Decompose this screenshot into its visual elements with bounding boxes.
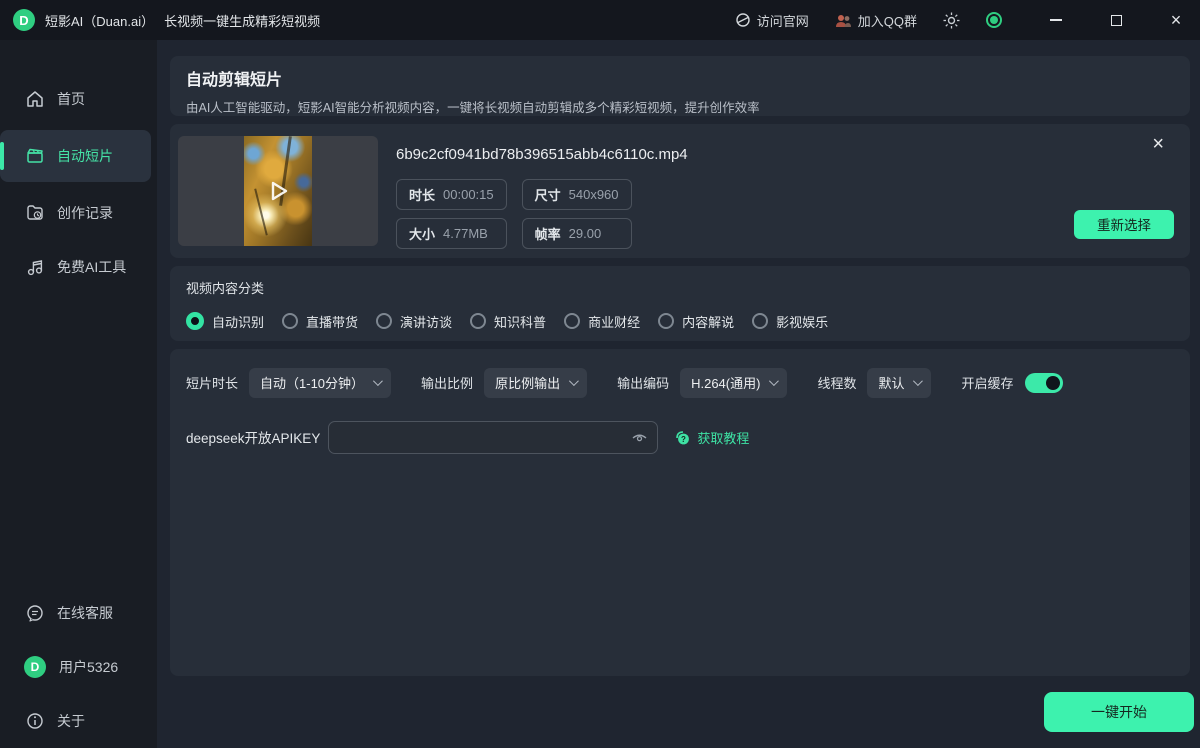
thread-count-label: 线程数 — [817, 373, 856, 392]
app-brand: 短影AI（Duan.ai） — [45, 14, 154, 29]
toggle-knob — [1046, 376, 1060, 390]
join-qq-group-link[interactable]: 加入QQ群 — [835, 11, 917, 30]
sidebar-item-auto-shorts[interactable]: 自动短片 — [0, 130, 151, 182]
thread-count-select[interactable]: 默认 — [867, 368, 931, 398]
clip-duration-label: 短片时长 — [186, 373, 238, 392]
get-tutorial-link[interactable]: ? 获取教程 — [674, 428, 749, 447]
clapperboard-icon — [26, 147, 44, 165]
chevron-down-icon — [769, 376, 779, 386]
video-info: 6b9c2cf0941bd78b396515abb4c6110c.mp4 时长 … — [396, 132, 688, 250]
one-click-start-button[interactable]: 一键开始 — [1044, 692, 1194, 732]
page-title: 自动剪辑短片 — [186, 66, 1174, 90]
app-title: 短影AI（Duan.ai） 长视频一键生成精彩短视频 — [45, 11, 320, 30]
remove-video-button[interactable]: × — [1152, 134, 1164, 154]
records-icon — [26, 204, 44, 222]
user-avatar: D — [24, 656, 46, 678]
radio-business-finance[interactable]: 商业财经 — [564, 312, 640, 331]
video-thumbnail-box — [178, 136, 378, 246]
radio-auto-detect[interactable]: 自动识别 — [186, 312, 264, 331]
theme-toggle-icon[interactable] — [943, 12, 960, 29]
sidebar-item-online-support[interactable]: 在线客服 — [0, 590, 151, 636]
svg-text:?: ? — [681, 435, 686, 444]
page-header: 自动剪辑短片 由AI人工智能驱动，短影AI智能分析视频内容，一键将长视频自动剪辑… — [170, 56, 1190, 116]
music-note-icon — [26, 258, 44, 276]
video-card: 6b9c2cf0941bd78b396515abb4c6110c.mp4 时长 … — [170, 124, 1190, 258]
settings-panel: 短片时长 自动（1-10分钟） 输出比例 原比例输出 输出编码 — [170, 349, 1190, 676]
classification-options: 自动识别 直播带货 演讲访谈 知识科普 商业财经 — [186, 312, 1174, 331]
sidebar-item-about[interactable]: 关于 — [0, 698, 151, 744]
chat-support-icon — [26, 604, 44, 622]
cache-toggle[interactable] — [1025, 373, 1063, 393]
remove-video-icon: × — [1152, 133, 1164, 155]
radio-icon — [564, 313, 580, 329]
radio-icon — [470, 313, 486, 329]
title-bar: D 短影AI（Duan.ai） 长视频一键生成精彩短视频 访问官网 加入QQ群 — [0, 0, 1200, 40]
radio-icon — [752, 313, 768, 329]
radio-icon — [376, 313, 392, 329]
info-icon — [26, 712, 44, 730]
meta-duration: 时长 00:00:15 — [396, 179, 507, 210]
reselect-button[interactable]: 重新选择 — [1074, 210, 1174, 239]
clip-duration-group: 短片时长 自动（1-10分钟） — [186, 368, 391, 398]
radio-knowledge-science[interactable]: 知识科普 — [470, 312, 546, 331]
minimize-icon — [1050, 19, 1062, 21]
sidebar-item-creation-records[interactable]: 创作记录 — [0, 190, 151, 236]
home-icon — [26, 90, 44, 108]
output-codec-label: 输出编码 — [617, 373, 669, 392]
page-subtitle: 由AI人工智能驱动，短影AI智能分析视频内容，一键将长视频自动剪辑成多个精彩短视… — [186, 97, 1174, 116]
video-meta: 时长 00:00:15 尺寸 540x960 大小 4.77MB 帧率 29.0… — [396, 179, 688, 249]
eye-off-icon[interactable] — [631, 429, 648, 446]
main-content: 自动剪辑短片 由AI人工智能驱动，短影AI智能分析视频内容，一键将长视频自动剪辑… — [157, 40, 1200, 748]
radio-icon — [658, 313, 674, 329]
chevron-down-icon — [569, 376, 579, 386]
sidebar-item-home[interactable]: 首页 — [0, 76, 151, 122]
clip-duration-select[interactable]: 自动（1-10分钟） — [249, 368, 391, 398]
video-filename: 6b9c2cf0941bd78b396515abb4c6110c.mp4 — [396, 146, 688, 163]
close-button[interactable]: × — [1168, 12, 1184, 28]
minimize-button[interactable] — [1048, 12, 1064, 28]
apikey-label: deepseek开放APIKEY — [186, 427, 320, 447]
meta-framerate: 帧率 29.00 — [522, 218, 632, 249]
thread-count-group: 线程数 默认 — [817, 368, 931, 398]
globe-icon — [735, 12, 751, 28]
radio-content-commentary[interactable]: 内容解说 — [658, 312, 734, 331]
classification-panel: 视频内容分类 自动识别 直播带货 演讲访谈 知识科普 — [170, 266, 1190, 341]
status-indicator-icon[interactable] — [986, 12, 1002, 28]
chevron-down-icon — [373, 376, 383, 386]
app-logo-icon: D — [13, 9, 35, 31]
maximize-button[interactable] — [1108, 12, 1124, 28]
video-thumbnail[interactable] — [244, 136, 312, 246]
meta-filesize: 大小 4.77MB — [396, 218, 507, 249]
apikey-row: deepseek开放APIKEY ? 获取教程 — [186, 421, 1174, 454]
output-ratio-label: 输出比例 — [421, 373, 473, 392]
settings-row: 短片时长 自动（1-10分钟） 输出比例 原比例输出 输出编码 — [186, 368, 1174, 398]
footer-bar: 一键开始 — [170, 676, 1190, 748]
meta-resolution: 尺寸 540x960 — [522, 179, 632, 210]
radio-icon — [282, 313, 298, 329]
cache-toggle-group: 开启缓存 — [961, 373, 1062, 393]
maximize-icon — [1111, 15, 1122, 26]
output-codec-group: 输出编码 H.264(通用) — [617, 368, 787, 398]
visit-website-link[interactable]: 访问官网 — [735, 11, 809, 30]
radio-live-commerce[interactable]: 直播带货 — [282, 312, 358, 331]
chevron-down-icon — [913, 376, 923, 386]
play-icon — [263, 176, 293, 206]
radio-film-entertainment[interactable]: 影视娱乐 — [752, 312, 828, 331]
sidebar-item-user-account[interactable]: D 用户5326 — [0, 644, 151, 690]
output-ratio-select[interactable]: 原比例输出 — [484, 368, 587, 398]
cache-label: 开启缓存 — [961, 373, 1013, 392]
output-ratio-group: 输出比例 原比例输出 — [421, 368, 587, 398]
close-icon: × — [1171, 12, 1182, 28]
radio-selected-icon — [186, 312, 204, 330]
tutorial-help-icon: ? — [674, 429, 691, 446]
apikey-input[interactable] — [328, 421, 658, 454]
classification-label: 视频内容分类 — [186, 278, 1174, 297]
sidebar-item-free-ai-tools[interactable]: 免费AI工具 — [0, 244, 151, 290]
qq-group-icon — [835, 13, 852, 28]
radio-speech-interview[interactable]: 演讲访谈 — [376, 312, 452, 331]
app-tagline: 长视频一键生成精彩短视频 — [164, 14, 320, 29]
sidebar: 首页 自动短片 创作记录 — [0, 40, 157, 748]
output-codec-select[interactable]: H.264(通用) — [680, 368, 787, 398]
